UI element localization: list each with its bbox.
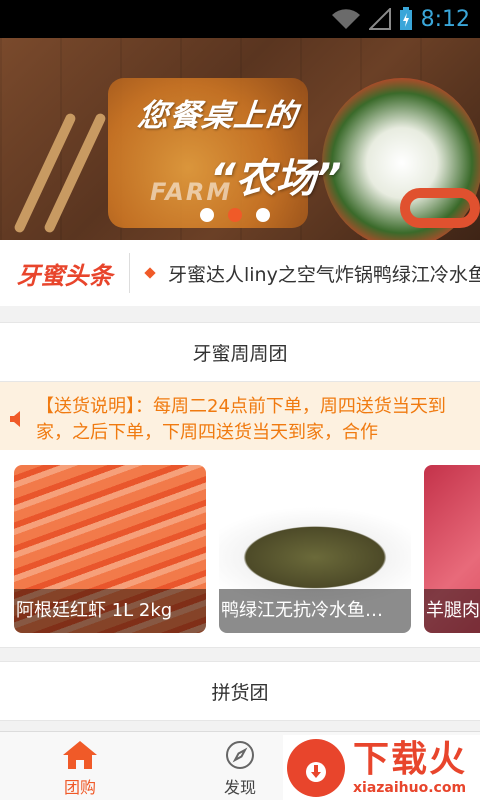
section-title-weekly-label: 牙蜜周周团	[192, 342, 288, 365]
product-name: 鸭绿江无抗冷水鱼…	[219, 589, 411, 633]
status-time: 8:12	[420, 6, 470, 32]
banner-headline: 您餐桌上的	[135, 98, 300, 134]
carousel-dot-active[interactable]	[228, 208, 242, 222]
status-bar: 8:12	[0, 0, 480, 38]
watermark-brand: 下载火	[353, 738, 468, 780]
pot-handle-image	[400, 188, 480, 228]
speaker-icon	[10, 411, 20, 427]
delivery-notice: 【送货说明】：每周二24点前下单，周四送货当天到家，之后下单，下周四送货当天到家…	[0, 382, 480, 450]
tab-group-buy[interactable]: 团购	[35, 740, 125, 798]
section-title-group-label: 拼货团	[211, 681, 269, 704]
news-logo: 牙蜜头条	[0, 253, 130, 293]
section-title-group[interactable]: 拼货团	[0, 661, 480, 721]
carousel-indicator	[200, 208, 270, 222]
watermark-url: xiazaihuo.com	[353, 779, 467, 796]
news-headline[interactable]: 牙蜜达人liny之空气炸锅鸭绿江冷水鱼	[168, 260, 480, 287]
signal-icon	[368, 8, 391, 30]
news-ticker[interactable]: 牙蜜头条 牙蜜达人liny之空气炸锅鸭绿江冷水鱼	[0, 240, 480, 306]
product-list[interactable]: 阿根廷红虾 1L 2kg 鸭绿江无抗冷水鱼… 羊腿肉	[0, 450, 480, 648]
bullet-icon	[144, 267, 156, 279]
tab-discover[interactable]: 发现	[195, 740, 285, 798]
battery-icon	[399, 7, 412, 30]
tab-group-buy-label: 团购	[63, 778, 96, 797]
flame-logo-icon	[287, 738, 345, 797]
product-name: 阿根廷红虾 1L 2kg	[14, 589, 206, 633]
tab-discover-label: 发现	[223, 778, 256, 797]
banner-title: “农场”	[210, 156, 342, 202]
carousel-dot[interactable]	[256, 208, 270, 222]
carousel-dot[interactable]	[200, 208, 214, 222]
product-card[interactable]: 阿根廷红虾 1L 2kg	[14, 465, 206, 633]
watermark: 下载火 xiazaihuo.com	[283, 735, 480, 800]
product-card[interactable]: 鸭绿江无抗冷水鱼…	[219, 465, 411, 633]
product-card[interactable]: 羊腿肉	[424, 465, 480, 633]
wifi-icon	[331, 9, 360, 30]
section-title-weekly[interactable]: 牙蜜周周团	[0, 322, 480, 382]
delivery-notice-text: 【送货说明】：每周二24点前下单，周四送货当天到家，之后下单，下周四送货当天到家…	[36, 396, 446, 443]
product-name: 羊腿肉	[424, 589, 480, 633]
compass-icon	[226, 741, 254, 769]
banner-carousel[interactable]: 您餐桌上的 FARM “农场”	[0, 38, 480, 240]
utensils-image	[12, 108, 108, 238]
home-icon	[63, 741, 97, 769]
